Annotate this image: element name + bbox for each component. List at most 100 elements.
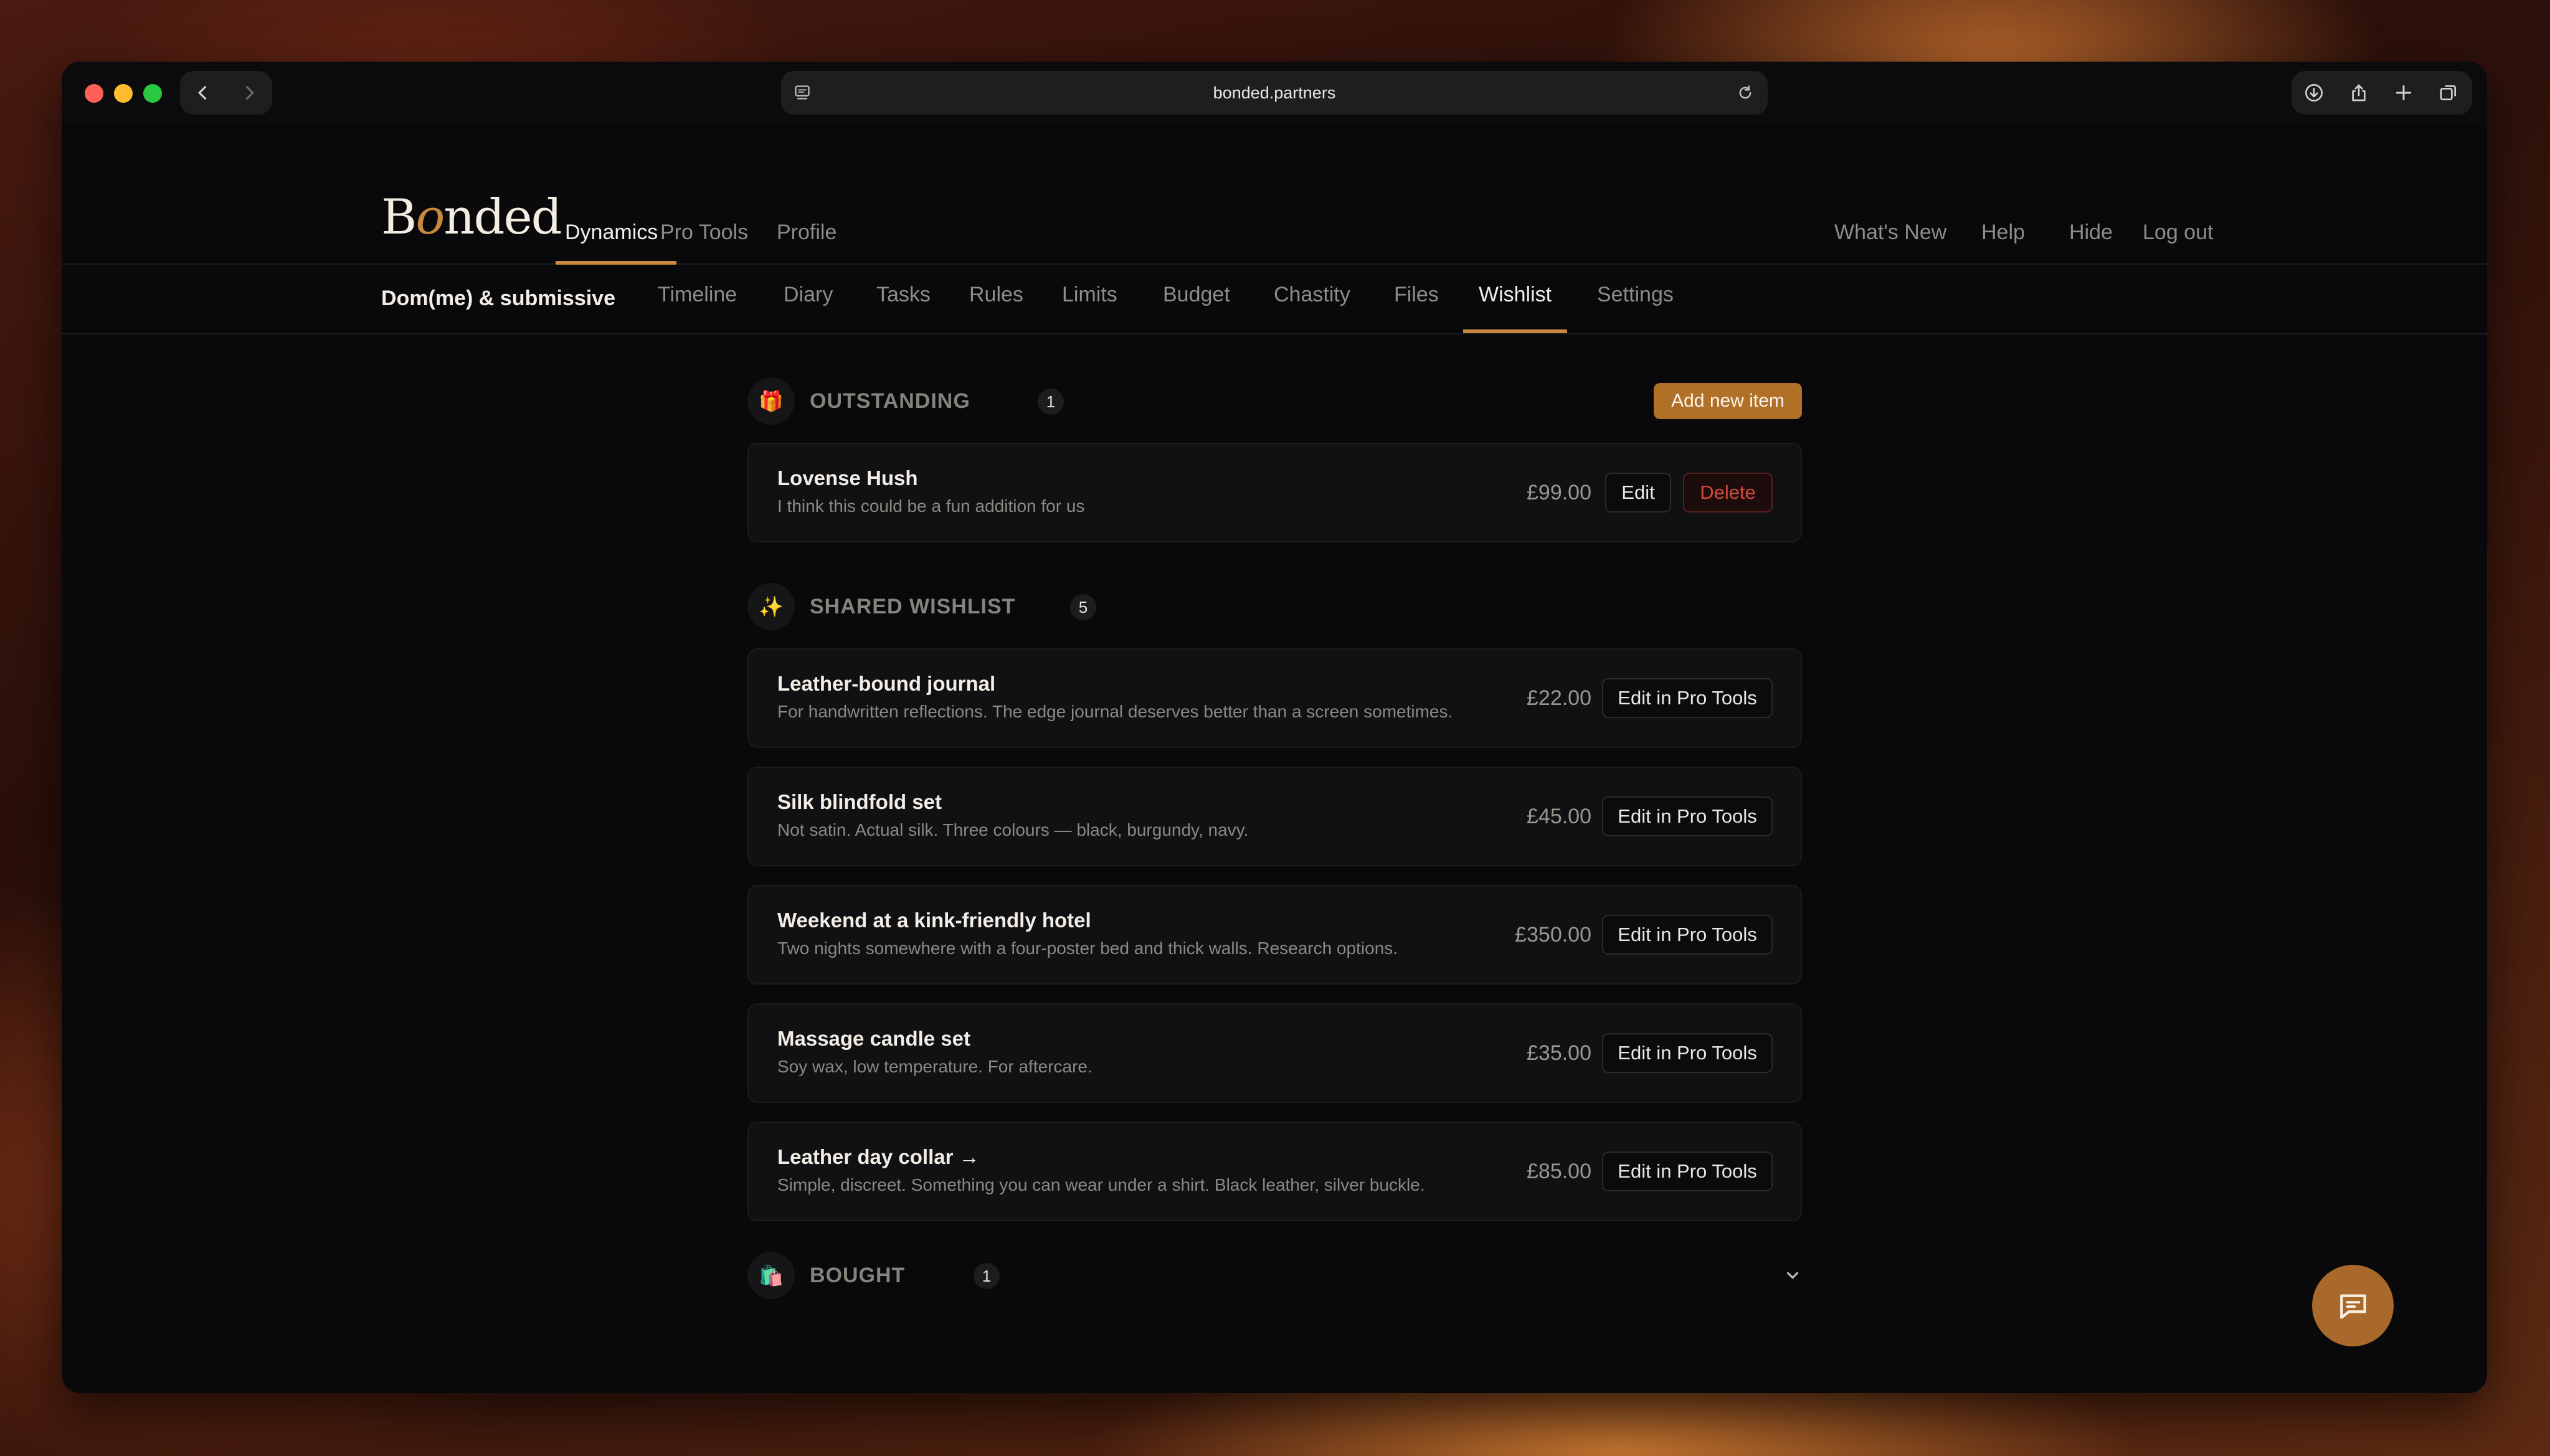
section-count-badge: 5 <box>1070 594 1096 620</box>
wishlist-item-card: Lovense Hush I think this could be a fun… <box>747 443 1802 542</box>
edit-in-pro-tools-button[interactable]: Edit in Pro Tools <box>1602 1151 1773 1191</box>
tab-files[interactable]: Files <box>1394 265 1439 324</box>
wishlist-item-card: Leather day collar → Simple, discreet. S… <box>747 1122 1802 1221</box>
wishlist-item-card: Silk blindfold set Not satin. Actual sil… <box>747 767 1802 866</box>
dynamic-subnav: Dom(me) & submissive Timeline Diary Task… <box>62 265 2487 334</box>
item-description: I think this could be a fun addition for… <box>777 496 1085 516</box>
zoom-window-button[interactable] <box>143 84 162 103</box>
section-title: BOUGHT <box>810 1264 906 1287</box>
new-tab-icon <box>2396 85 2412 101</box>
item-price: £99.00 <box>1527 481 1591 504</box>
back-chevron-icon <box>198 86 207 100</box>
section-count-badge: 1 <box>974 1263 1000 1289</box>
tab-tasks[interactable]: Tasks <box>876 265 931 324</box>
bought-section-header[interactable]: 🛍️ BOUGHT 1 <box>747 1247 1802 1303</box>
chat-bubble-icon <box>2339 1293 2366 1319</box>
browser-toolbar: bonded.partners <box>62 62 2487 124</box>
tabs-overview-icon <box>2440 85 2456 100</box>
tab-label: Budget <box>1163 283 1230 306</box>
active-tab-indicator <box>1463 329 1568 333</box>
add-new-item-button[interactable]: Add new item <box>1654 383 1802 419</box>
tab-settings[interactable]: Settings <box>1597 265 1674 324</box>
tab-label: Timeline <box>658 283 737 306</box>
reload-icon[interactable] <box>1737 84 1754 102</box>
tab-wishlist[interactable]: Wishlist <box>1463 265 1568 333</box>
close-window-button[interactable] <box>85 84 103 103</box>
url-text: bonded.partners <box>1213 83 1336 102</box>
tab-label: Files <box>1394 283 1439 306</box>
browser-window: bonded.partners Bonded Dynamics Pro Tool… <box>62 62 2487 1393</box>
item-description: Simple, discreet. Something you can wear… <box>777 1175 1425 1194</box>
tab-budget[interactable]: Budget <box>1163 265 1230 324</box>
nav-pro-tools[interactable]: Pro Tools <box>660 186 748 263</box>
item-name: Leather-bound journal <box>777 672 996 695</box>
dynamic-title: Dom(me) & submissive <box>381 286 615 310</box>
forward-chevron-icon <box>245 86 254 100</box>
edit-in-pro-tools-button[interactable]: Edit in Pro Tools <box>1602 678 1773 718</box>
address-bar[interactable]: bonded.partners <box>781 71 1768 115</box>
minimize-window-button[interactable] <box>114 84 133 103</box>
tab-rules[interactable]: Rules <box>969 265 1023 324</box>
tab-label: Settings <box>1597 283 1674 306</box>
shopping-bags-icon: 🛍️ <box>747 1252 795 1299</box>
item-description: Two nights somewhere with a four-poster … <box>777 938 1398 958</box>
toolbar-actions <box>2292 71 2472 115</box>
nav-profile[interactable]: Profile <box>777 186 837 263</box>
item-price: £45.00 <box>1527 805 1591 828</box>
item-description: For handwritten reflections. The edge jo… <box>777 702 1453 721</box>
tab-chastity[interactable]: Chastity <box>1274 265 1350 324</box>
tab-diary[interactable]: Diary <box>784 265 833 324</box>
section-count-badge: 1 <box>1038 389 1064 415</box>
tab-timeline[interactable]: Timeline <box>658 265 737 324</box>
shared-wishlist-section-header: ✨ SHARED WISHLIST 5 <box>747 579 1802 635</box>
item-name: Silk blindfold set <box>777 790 942 813</box>
item-name: Massage candle set <box>777 1027 970 1050</box>
tab-label: Wishlist <box>1479 283 1552 306</box>
nav-dynamics[interactable]: Dynamics <box>556 186 677 265</box>
edit-in-pro-tools-button[interactable]: Edit in Pro Tools <box>1602 915 1773 955</box>
back-button[interactable] <box>180 71 226 115</box>
item-price: £85.00 <box>1527 1160 1591 1183</box>
new-tab-button[interactable] <box>2394 83 2414 103</box>
edit-item-button[interactable]: Edit <box>1605 473 1671 513</box>
section-title: OUTSTANDING <box>810 389 970 413</box>
edit-in-pro-tools-button[interactable]: Edit in Pro Tools <box>1602 797 1773 836</box>
tab-label: Limits <box>1062 283 1117 306</box>
wishlist-item-card: Leather-bound journal For handwritten re… <box>747 648 1802 748</box>
outstanding-section-header: 🎁 OUTSTANDING 1 Add new item <box>747 373 1802 429</box>
item-description: Soy wax, low temperature. For aftercare. <box>777 1057 1093 1076</box>
tabs-overview-button[interactable] <box>2439 83 2458 103</box>
chevron-down-icon[interactable] <box>1783 1266 1802 1285</box>
item-price: £350.00 <box>1515 923 1591 947</box>
sparkles-icon: ✨ <box>747 583 795 630</box>
item-price: £35.00 <box>1527 1041 1591 1065</box>
delete-item-button[interactable]: Delete <box>1683 473 1773 513</box>
gift-icon: 🎁 <box>747 377 795 425</box>
nav-pro-tools-label: Pro Tools <box>660 220 749 244</box>
tab-label: Diary <box>784 283 833 306</box>
forward-button[interactable] <box>226 71 272 115</box>
history-nav <box>180 71 272 115</box>
tab-label: Chastity <box>1274 283 1350 306</box>
section-title: SHARED WISHLIST <box>810 595 1016 618</box>
wishlist-item-card: Weekend at a kink-friendly hotel Two nig… <box>747 885 1802 985</box>
share-icon <box>2352 84 2366 102</box>
download-icon <box>2305 84 2323 102</box>
tab-label: Rules <box>969 283 1023 306</box>
nav-dynamics-label: Dynamics <box>565 220 658 244</box>
nav-profile-label: Profile <box>777 220 837 244</box>
edit-in-pro-tools-button[interactable]: Edit in Pro Tools <box>1602 1033 1773 1073</box>
tab-label: Tasks <box>876 283 931 306</box>
share-button[interactable] <box>2349 83 2369 103</box>
chat-button[interactable] <box>2312 1265 2394 1346</box>
item-description: Not satin. Actual silk. Three colours — … <box>777 820 1249 839</box>
item-price: £22.00 <box>1527 686 1591 710</box>
bonded-logo[interactable]: Bonded <box>381 189 562 245</box>
tab-limits[interactable]: Limits <box>1062 265 1117 324</box>
item-name: Weekend at a kink-friendly hotel <box>777 909 1091 932</box>
item-name-link[interactable]: Leather day collar → <box>777 1145 980 1169</box>
download-button[interactable] <box>2304 83 2324 103</box>
wishlist-item-card: Massage candle set Soy wax, low temperat… <box>747 1003 1802 1103</box>
item-name: Lovense Hush <box>777 466 918 489</box>
wishlist-content: 🎁 OUTSTANDING 1 Add new item Lovense Hus… <box>747 373 1802 1303</box>
